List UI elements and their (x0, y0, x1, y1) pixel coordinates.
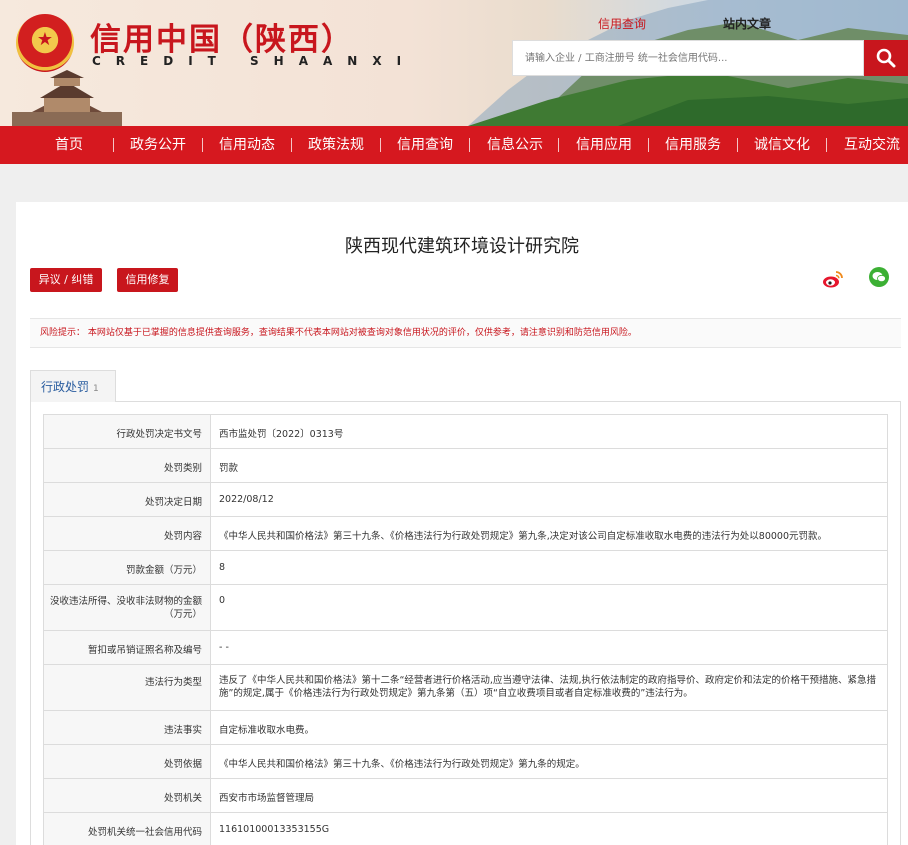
row-label: 处罚机关统一社会信用代码 (43, 812, 211, 845)
search-icon (876, 48, 896, 68)
tab-administrative-penalty[interactable]: 行政处罚 1 (30, 370, 116, 403)
nav-divider (113, 138, 114, 152)
penalty-panel: 行政处罚决定书文号 西市监处罚〔2022〕0313号 处罚类别 罚款 处罚决定日… (30, 402, 901, 845)
search-box (512, 40, 864, 76)
row-value: 《中华人民共和国价格法》第三十九条、《价格违法行为行政处罚规定》第九条的规定。 (210, 744, 888, 779)
company-name: 陕西现代建筑环境设计研究院 (345, 236, 579, 257)
nav-divider (737, 138, 738, 152)
search-button[interactable] (864, 40, 908, 76)
nav-divider (202, 138, 203, 152)
site-title: 信用中国（陕西） (90, 22, 354, 58)
row-value: 自定标准收取水电费。 (210, 710, 888, 745)
nav-divider (291, 138, 292, 152)
nav-item-credit-query[interactable]: 信用查询 (397, 126, 453, 164)
table-row: 处罚内容 《中华人民共和国价格法》第三十九条、《价格违法行为行政处罚规定》第九条… (43, 516, 888, 551)
row-value: 西市监处罚〔2022〕0313号 (210, 414, 888, 449)
row-label: 违法事实 (43, 710, 211, 745)
search-input[interactable] (513, 41, 863, 75)
row-label: 暂扣或吊销证照名称及编号 (43, 630, 211, 665)
table-row: 处罚类别 罚款 (43, 448, 888, 483)
table-row: 罚款金额（万元） 8 (43, 550, 888, 585)
row-value: 11610100013353155G (210, 812, 888, 845)
link-site-articles[interactable]: 站内文章 (723, 15, 771, 32)
nav-item-integrity-culture[interactable]: 诚信文化 (754, 126, 810, 164)
table-row: 暂扣或吊销证照名称及编号 - - (43, 630, 888, 665)
table-row: 行政处罚决定书文号 西市监处罚〔2022〕0313号 (43, 414, 888, 449)
nav-item-policy[interactable]: 政策法规 (308, 126, 364, 164)
row-value: 违反了《中华人民共和国价格法》第十二条“经营者进行价格活动,应当遵守法律、法规,… (210, 664, 888, 711)
nav-item-interaction[interactable]: 互动交流 (844, 126, 900, 164)
nav-item-home[interactable]: 首页 (55, 126, 83, 164)
table-row: 处罚机关统一社会信用代码 11610100013353155G (43, 812, 888, 845)
site-subtitle: CREDIT SHAANXI (92, 54, 417, 68)
risk-notice: 风险提示： 本网站仅基于已掌握的信息提供查询服务，查询结果不代表本网站对被查询对… (30, 318, 901, 348)
table-row: 违法事实 自定标准收取水电费。 (43, 710, 888, 745)
tab-bar: 行政处罚 1 (30, 370, 901, 403)
row-value: 8 (210, 550, 888, 585)
row-label: 行政处罚决定书文号 (43, 414, 211, 449)
credit-repair-button[interactable]: 信用修复 (117, 268, 178, 292)
row-label: 罚款金额（万元） (43, 550, 211, 585)
link-credit-query[interactable]: 信用查询 (598, 15, 646, 32)
detail-card: 陕西现代建筑环境设计研究院 异议 / 纠错 信用修复 风险提示： 本网站仅基于已… (16, 202, 908, 845)
row-label: 处罚决定日期 (43, 482, 211, 517)
nav-item-credit-news[interactable]: 信用动态 (219, 126, 275, 164)
row-label: 没收违法所得、没收非法财物的金额（万元） (43, 584, 211, 631)
weibo-share-icon[interactable] (822, 268, 844, 290)
main-nav: 首页 政务公开 信用动态 政策法规 信用查询 信息公示 信用应用 信用服务 诚信… (0, 126, 908, 164)
wechat-icon (872, 272, 886, 283)
nav-item-info-publicity[interactable]: 信息公示 (487, 126, 543, 164)
tab-label: 行政处罚 (41, 380, 90, 394)
national-emblem-icon: ★ (16, 14, 74, 72)
table-row: 没收违法所得、没收非法财物的金额（万元） 0 (43, 584, 888, 631)
row-label: 处罚机关 (43, 778, 211, 813)
row-value: 0 (210, 584, 888, 631)
row-label: 处罚类别 (43, 448, 211, 483)
tower-image (12, 70, 122, 126)
row-label: 处罚内容 (43, 516, 211, 551)
site-header: ★ 信用中国（陕西） CREDIT SHAANXI 信用查询 站内文章 (0, 0, 908, 126)
nav-item-credit-service[interactable]: 信用服务 (665, 126, 721, 164)
nav-item-credit-application[interactable]: 信用应用 (576, 126, 632, 164)
row-label: 违法行为类型 (43, 664, 211, 711)
nav-item-gov-affairs[interactable]: 政务公开 (130, 126, 186, 164)
row-value: - - (210, 630, 888, 665)
nav-divider (826, 138, 827, 152)
nav-divider (469, 138, 470, 152)
penalty-detail-table: 行政处罚决定书文号 西市监处罚〔2022〕0313号 处罚类别 罚款 处罚决定日… (43, 414, 888, 845)
table-row: 处罚机关 西安市市场监督管理局 (43, 778, 888, 813)
nav-divider (558, 138, 559, 152)
tab-count-badge: 1 (93, 384, 99, 394)
objection-button[interactable]: 异议 / 纠错 (30, 268, 102, 292)
table-row: 处罚决定日期 2022/08/12 (43, 482, 888, 517)
wechat-share-icon[interactable] (869, 267, 889, 287)
table-row: 违法行为类型 违反了《中华人民共和国价格法》第十二条“经营者进行价格活动,应当遵… (43, 664, 888, 711)
row-value: 2022/08/12 (210, 482, 888, 517)
row-value: 罚款 (210, 448, 888, 483)
nav-divider (380, 138, 381, 152)
nav-divider (648, 138, 649, 152)
row-label: 处罚依据 (43, 744, 211, 779)
row-value: 《中华人民共和国价格法》第三十九条、《价格违法行为行政处罚规定》第九条,决定对该… (210, 516, 888, 551)
row-value: 西安市市场监督管理局 (210, 778, 888, 813)
table-row: 处罚依据 《中华人民共和国价格法》第三十九条、《价格违法行为行政处罚规定》第九条… (43, 744, 888, 779)
